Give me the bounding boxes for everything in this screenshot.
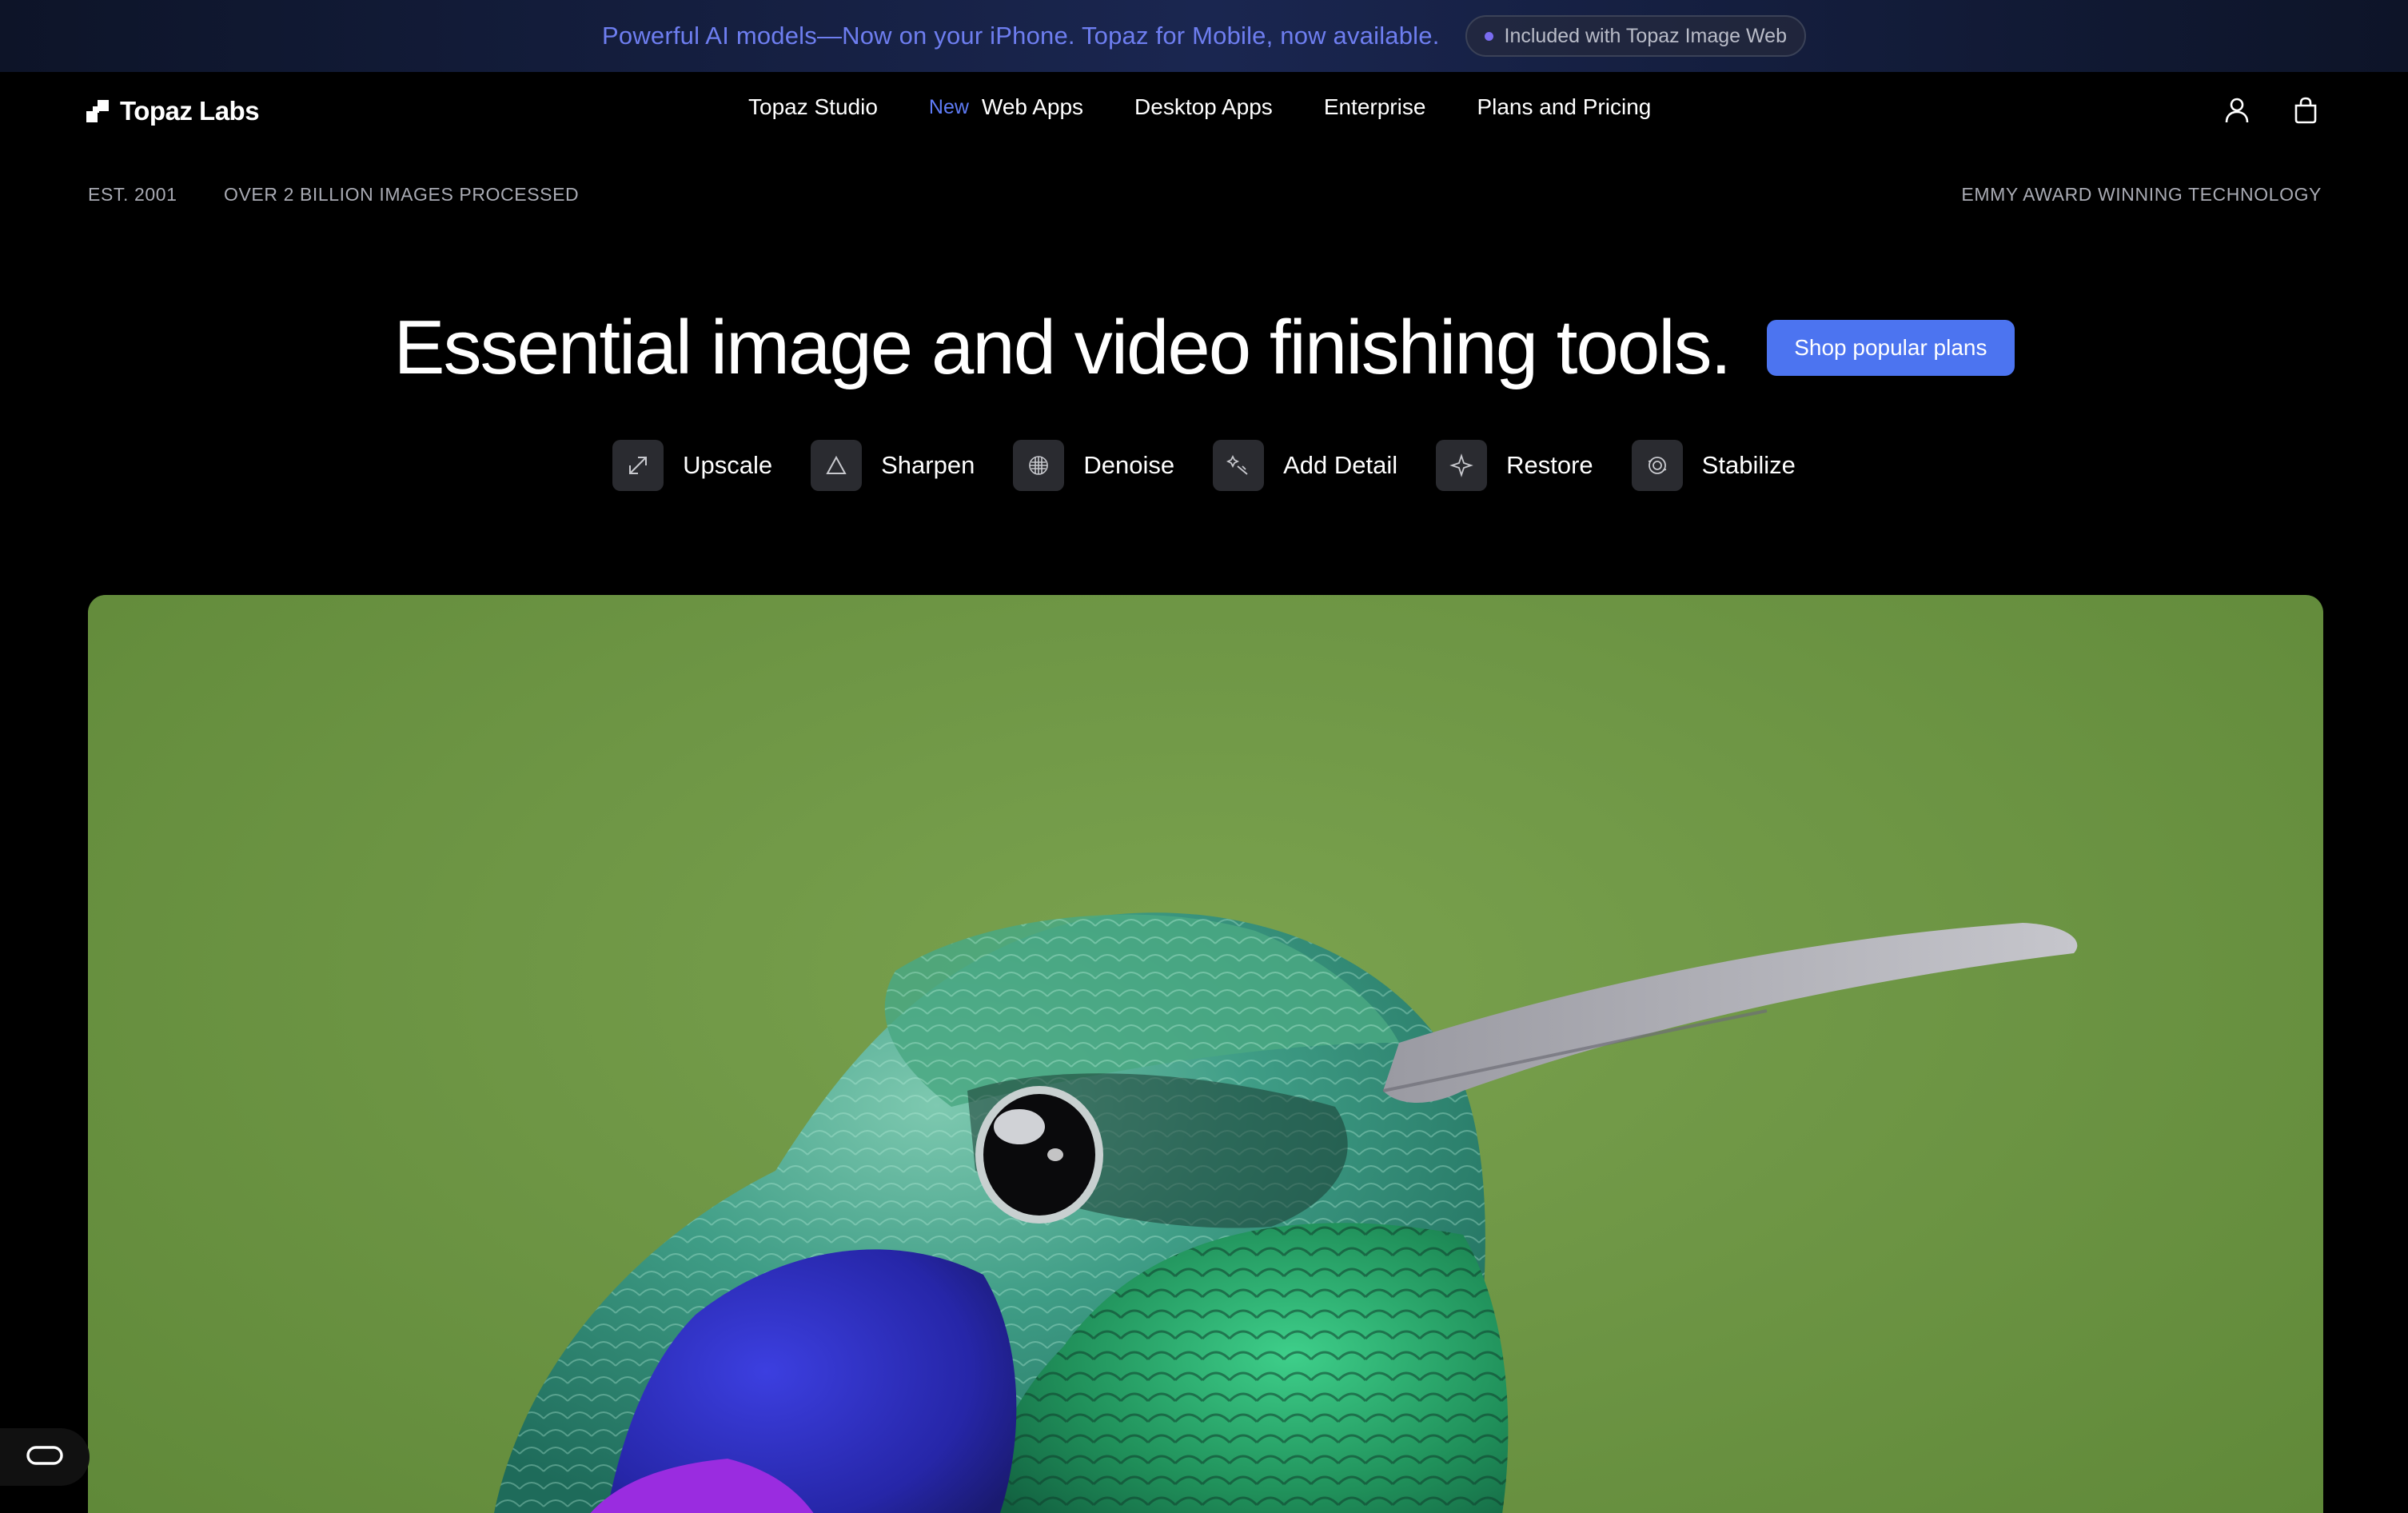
tool-label: Sharpen xyxy=(881,451,975,479)
tool-restore[interactable]: Restore xyxy=(1436,440,1593,491)
sharpen-icon xyxy=(811,440,863,491)
nav-link-plans-pricing[interactable]: Plans and Pricing xyxy=(1477,94,1651,120)
tool-label: Denoise xyxy=(1083,451,1175,479)
denoise-icon xyxy=(1013,440,1065,491)
tool-denoise[interactable]: Denoise xyxy=(1013,440,1174,491)
hummingbird-illustration xyxy=(494,912,2078,1513)
nav-link-label: Web Apps xyxy=(981,94,1084,119)
stabilize-icon xyxy=(1631,440,1683,491)
stat-established: EST. 2001 xyxy=(88,184,177,205)
nav-link-desktop-apps[interactable]: Desktop Apps xyxy=(1134,94,1273,120)
promo-pill-label: Included with Topaz Image Web xyxy=(1504,24,1787,47)
tool-stabilize[interactable]: Stabilize xyxy=(1631,440,1796,491)
promo-pill[interactable]: Included with Topaz Image Web xyxy=(1465,15,1806,57)
hero-title: Essential image and video finishing tool… xyxy=(393,305,1732,390)
preferences-toggle-button[interactable] xyxy=(0,1428,90,1486)
nav-link-topaz-studio[interactable]: Topaz Studio xyxy=(748,94,878,120)
toggle-icon xyxy=(24,1443,66,1471)
logo-text: Topaz Labs xyxy=(120,96,260,126)
nav-link-label: Enterprise xyxy=(1323,94,1426,119)
add-detail-icon xyxy=(1213,440,1265,491)
nav-link-label: Topaz Studio xyxy=(748,94,878,119)
tool-upscale[interactable]: Upscale xyxy=(612,440,772,491)
nav-links: Topaz Studio New Web Apps Desktop Apps E… xyxy=(748,94,1651,120)
tool-label: Upscale xyxy=(683,451,773,479)
tool-add-detail[interactable]: Add Detail xyxy=(1213,440,1397,491)
shop-plans-button[interactable]: Shop popular plans xyxy=(1767,320,2015,376)
stat-emmy-award: EMMY AWARD WINNING TECHNOLOGY xyxy=(1961,184,2322,205)
hero-image-hummingbird xyxy=(88,595,2323,1513)
tool-label: Add Detail xyxy=(1283,451,1398,479)
nav-link-enterprise[interactable]: Enterprise xyxy=(1324,94,1426,120)
tools-list: Upscale Sharpen Denoise Add Detail Resto… xyxy=(0,440,2408,491)
tool-label: Stabilize xyxy=(1701,451,1796,479)
promo-banner[interactable]: Powerful AI models—Now on your iPhone. T… xyxy=(0,0,2408,72)
new-badge: New xyxy=(928,95,969,118)
cart-icon[interactable] xyxy=(2290,94,2322,126)
tool-label: Restore xyxy=(1506,451,1593,479)
logo-mark-icon xyxy=(86,100,109,122)
logo[interactable]: Topaz Labs xyxy=(86,96,260,126)
restore-icon xyxy=(1436,440,1488,491)
nav-link-label: Plans and Pricing xyxy=(1477,94,1652,119)
nav-link-label: Desktop Apps xyxy=(1134,94,1273,119)
stat-images-processed: OVER 2 BILLION IMAGES PROCESSED xyxy=(224,184,580,205)
hero-header: Essential image and video finishing tool… xyxy=(0,304,2408,392)
nav-link-web-apps[interactable]: New Web Apps xyxy=(929,94,1083,120)
account-icon[interactable] xyxy=(2221,94,2253,126)
nav-icons xyxy=(2221,94,2322,126)
stats-row: EST. 2001 OVER 2 BILLION IMAGES PROCESSE… xyxy=(0,184,2408,208)
tool-sharpen[interactable]: Sharpen xyxy=(811,440,975,491)
page: Powerful AI models—Now on your iPhone. T… xyxy=(0,0,2408,1513)
promo-text[interactable]: Powerful AI models—Now on your iPhone. T… xyxy=(602,22,1440,50)
main-nav: Topaz Labs Topaz Studio New Web Apps Des… xyxy=(0,72,2408,150)
upscale-icon xyxy=(612,440,664,491)
dot-icon xyxy=(1484,31,1493,41)
